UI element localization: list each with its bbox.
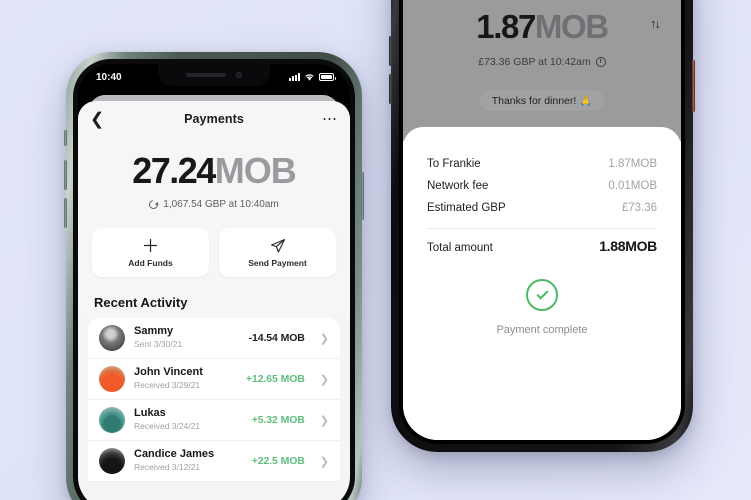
balance-unit: MOB (214, 150, 297, 191)
receipt-row-network-fee: Network fee 0.01MOB (427, 175, 657, 197)
payment-status: Payment complete (427, 279, 657, 336)
payments-sheet: ❮ Payments ⋯ 27.24MOB 1,067.54 GBP at 10… (78, 101, 350, 500)
receipt-row-estimated-gbp: Estimated GBP £73.36 (427, 197, 657, 219)
power-button[interactable] (692, 60, 695, 112)
more-horizontal-icon[interactable]: ⋯ (322, 112, 338, 126)
transaction-amount: +12.65 MOB (245, 373, 305, 385)
action-buttons-row: Add Funds Send Payment (78, 212, 350, 277)
notch (158, 64, 270, 86)
battery-icon (319, 73, 336, 81)
power-button[interactable] (361, 172, 364, 220)
wifi-icon (305, 73, 314, 81)
receipt-divider (427, 228, 657, 229)
fiat-conversion[interactable]: 1,067.54 GBP at 10:40am (78, 198, 350, 211)
volume-up-button[interactable] (389, 36, 392, 66)
plus-icon (92, 237, 209, 254)
volume-up-button[interactable] (64, 160, 67, 190)
contact-name: John Vincent (134, 366, 203, 379)
recent-activity-heading: Recent Activity (78, 277, 350, 318)
activity-info: John Vincent Received 3/29/21 (134, 366, 237, 391)
add-funds-button[interactable]: Add Funds (92, 228, 209, 277)
transaction-amount: +5.32 MOB (251, 414, 305, 426)
send-paper-plane-icon (219, 237, 336, 254)
activity-row-lukas[interactable]: Lukas Received 3/24/21 +5.32 MOB ❯ (88, 400, 340, 441)
transaction-sub: Received 3/24/21 (134, 421, 201, 432)
avatar (99, 407, 125, 433)
balance-amount: 27.24 (132, 150, 216, 191)
right-phone-bezel: 1.87MOB ↑↓ £73.36 GBP at 10:42am i Thank… (399, 0, 685, 444)
transaction-amount: +22.5 MOB (251, 455, 305, 467)
left-phone-bezel: 10:40 ❮ Payments ⋯ 27.24MOB 1,067.54 GBP… (73, 59, 355, 500)
back-icon[interactable]: ❮ (90, 111, 104, 128)
activity-info: Candice James Received 3/12/21 (134, 448, 243, 473)
activity-list: Sammy Sent 3/30/21 -14.54 MOB ❯ John Vin… (88, 318, 340, 482)
cellular-signal-icon (289, 73, 300, 81)
balance-block: 27.24MOB 1,067.54 GBP at 10:40am (78, 137, 350, 212)
receipt-label: Estimated GBP (427, 202, 506, 214)
transaction-sub: Received 3/29/21 (134, 380, 201, 391)
chevron-right-icon: ❯ (319, 332, 329, 345)
contact-name: Lukas (134, 407, 166, 420)
receipt-label: To Frankie (427, 158, 481, 170)
status-bar-indicators (289, 73, 336, 82)
chevron-right-icon: ❯ (319, 414, 329, 427)
activity-row-john-vincent[interactable]: John Vincent Received 3/29/21 +12.65 MOB… (88, 359, 340, 400)
add-funds-label: Add Funds (128, 258, 173, 268)
activity-info: Sammy Sent 3/30/21 (134, 325, 240, 350)
payment-status-label: Payment complete (496, 324, 588, 336)
activity-info: Lukas Received 3/24/21 (134, 407, 243, 432)
activity-row-sammy[interactable]: Sammy Sent 3/30/21 -14.54 MOB ❯ (88, 318, 340, 359)
receipt-value: £73.36 (621, 202, 657, 214)
info-icon[interactable]: i (595, 57, 606, 67)
payment-memo: Thanks for dinner! 🙏 (479, 90, 605, 111)
transaction-amount: -14.54 MOB (248, 332, 305, 344)
receipt-row-recipient: To Frankie 1.87MOB (427, 153, 657, 175)
volume-down-button[interactable] (64, 198, 67, 228)
contact-name: Sammy (134, 325, 174, 338)
transaction-sub: Sent 3/30/21 (134, 339, 183, 350)
activity-row-candice-james[interactable]: Candice James Received 3/12/21 +22.5 MOB… (88, 441, 340, 482)
receipt-total-label: Total amount (427, 242, 493, 254)
page-title: Payments (184, 112, 244, 126)
chevron-right-icon: ❯ (319, 373, 329, 386)
payment-header-dimmed: 1.87MOB ↑↓ £73.36 GBP at 10:42am i Thank… (403, 0, 681, 141)
payment-fiat-text: £73.36 GBP at 10:42am (478, 56, 591, 68)
nav-bar: ❮ Payments ⋯ (78, 101, 350, 137)
send-payment-button[interactable]: Send Payment (219, 228, 336, 277)
receipt-total-value: 1.88MOB (599, 238, 657, 254)
payment-fiat-row: £73.36 GBP at 10:42am i (403, 56, 681, 68)
left-phone-device: 10:40 ❮ Payments ⋯ 27.24MOB 1,067.54 GBP… (64, 52, 364, 500)
avatar (99, 325, 125, 351)
payment-amount: 1.87 (476, 8, 536, 45)
scene-background: 10:40 ❮ Payments ⋯ 27.24MOB 1,067.54 GBP… (0, 0, 751, 500)
fiat-conversion-text: 1,067.54 GBP at 10:40am (163, 199, 279, 210)
avatar (99, 366, 125, 392)
earpiece-speaker-icon (186, 73, 226, 77)
swap-vertical-icon[interactable]: ↑↓ (650, 16, 661, 31)
contact-name: Candice James (134, 448, 215, 461)
volume-down-button[interactable] (389, 74, 392, 104)
silent-switch[interactable] (64, 130, 67, 146)
balance-amount-row: 27.24MOB (78, 153, 350, 189)
check-circle-icon (526, 279, 558, 311)
receipt-value: 1.87MOB (608, 158, 657, 170)
receipt-card: To Frankie 1.87MOB Network fee 0.01MOB E… (403, 127, 681, 440)
receipt-label: Network fee (427, 180, 489, 192)
refresh-icon[interactable] (147, 198, 161, 211)
transaction-sub: Received 3/12/21 (134, 462, 201, 473)
send-payment-label: Send Payment (248, 258, 307, 268)
avatar (99, 448, 125, 474)
receipt-value: 0.01MOB (608, 180, 657, 192)
check-mark-icon (535, 287, 549, 300)
right-phone-screen: 1.87MOB ↑↓ £73.36 GBP at 10:42am i Thank… (403, 0, 681, 440)
front-camera-icon (236, 72, 242, 78)
receipt-row-total: Total amount 1.88MOB (427, 233, 657, 259)
payment-amount-row: 1.87MOB (403, 10, 681, 43)
right-phone-device: 1.87MOB ↑↓ £73.36 GBP at 10:42am i Thank… (389, 0, 695, 452)
left-phone-screen: 10:40 ❮ Payments ⋯ 27.24MOB 1,067.54 GBP… (78, 64, 350, 500)
payment-unit: MOB (534, 8, 609, 45)
chevron-right-icon: ❯ (319, 455, 329, 468)
status-bar-time: 10:40 (96, 71, 122, 83)
